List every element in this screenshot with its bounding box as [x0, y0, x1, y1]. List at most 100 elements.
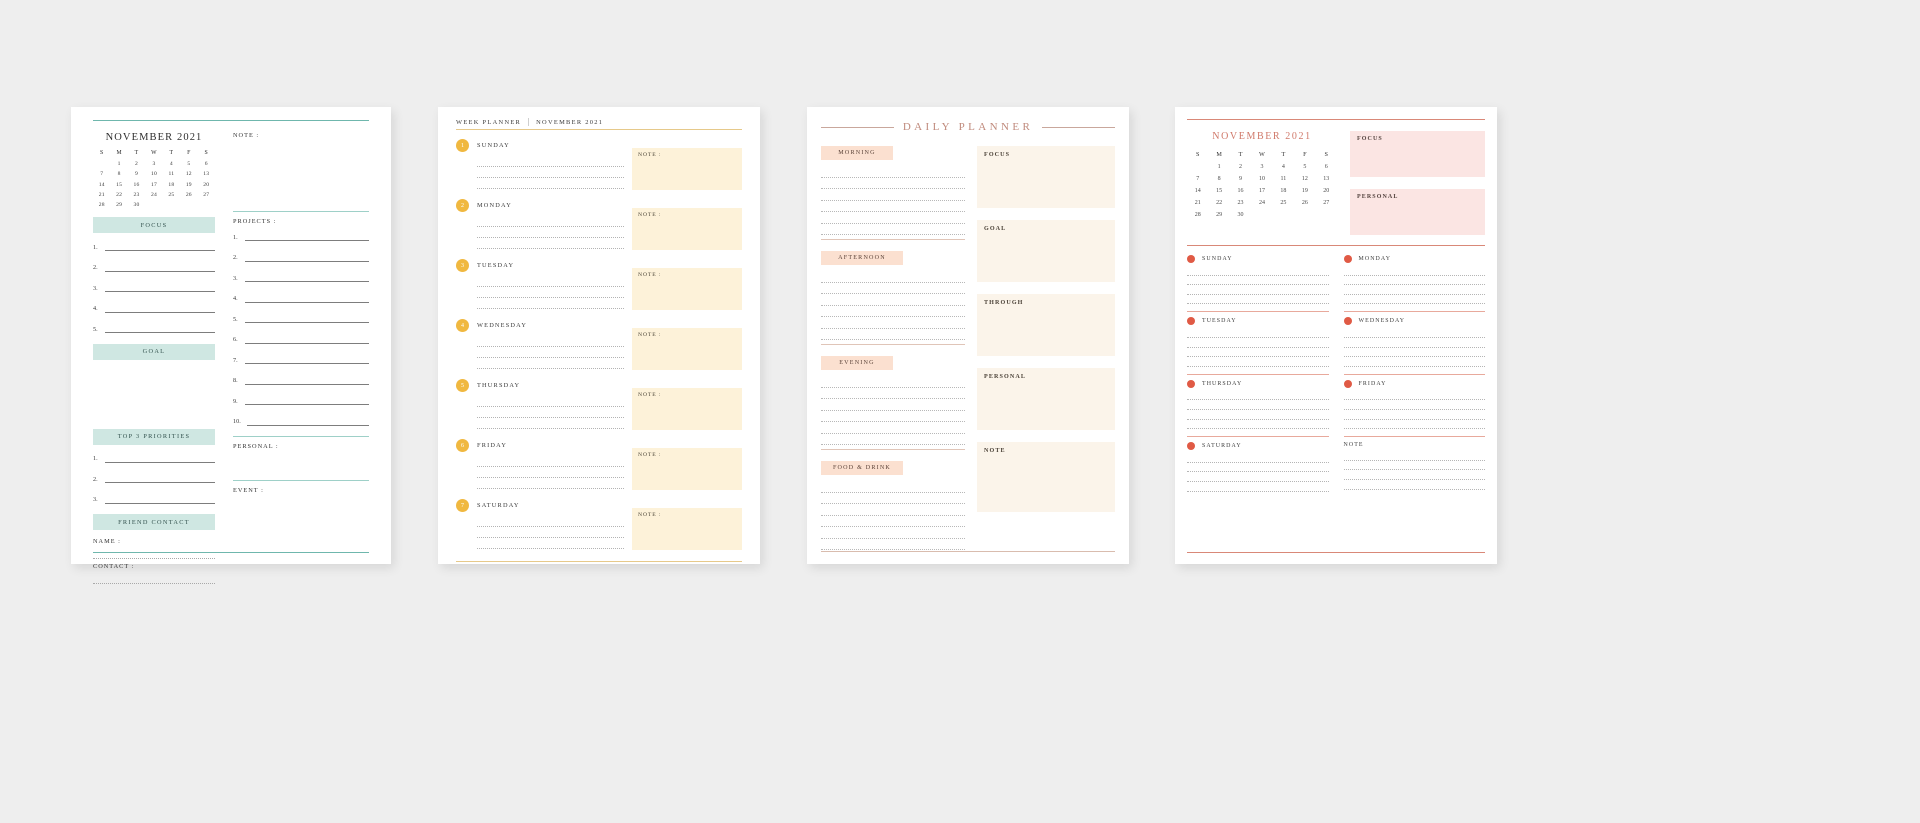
write-line[interactable] — [821, 527, 965, 539]
write-line[interactable] — [105, 323, 215, 334]
write-line[interactable] — [105, 282, 215, 293]
day-cell[interactable]: 1 — [1208, 161, 1229, 173]
write-line[interactable] — [1187, 348, 1329, 358]
day-cell[interactable] — [1251, 209, 1272, 221]
day-cell[interactable]: 22 — [110, 190, 127, 200]
write-line[interactable] — [1187, 391, 1329, 401]
day-note-box[interactable]: NOTE : — [632, 328, 742, 370]
day-cell[interactable]: 10 — [1251, 173, 1272, 185]
day-cell[interactable]: 27 — [198, 190, 215, 200]
write-line[interactable] — [821, 399, 965, 411]
write-line[interactable] — [477, 478, 624, 489]
day-cell[interactable] — [1294, 209, 1315, 221]
day-cell[interactable]: 24 — [1251, 197, 1272, 209]
write-line[interactable] — [477, 396, 624, 407]
day-cell[interactable]: 4 — [163, 159, 180, 169]
write-line[interactable] — [477, 156, 624, 167]
side-block-goal[interactable]: GOAL — [977, 220, 1115, 282]
write-line[interactable] — [821, 539, 965, 550]
write-line[interactable] — [245, 252, 369, 262]
write-line[interactable] — [105, 473, 215, 484]
write-line[interactable] — [477, 407, 624, 418]
write-line[interactable] — [1187, 338, 1329, 348]
day-cell[interactable]: 25 — [1273, 197, 1294, 209]
note-write-area[interactable] — [233, 143, 369, 211]
day-cell[interactable] — [1187, 161, 1208, 173]
day-cell[interactable]: 26 — [180, 190, 197, 200]
day-cell[interactable]: 30 — [1230, 209, 1251, 221]
project-item[interactable]: 7. — [233, 354, 369, 364]
write-line[interactable] — [477, 418, 624, 429]
day-write-lines[interactable] — [477, 156, 624, 189]
write-line[interactable] — [477, 336, 624, 347]
write-line[interactable] — [821, 306, 965, 317]
write-line[interactable] — [821, 317, 965, 329]
day-cell[interactable]: 25 — [163, 190, 180, 200]
write-line[interactable] — [1343, 480, 1485, 490]
day-cell[interactable]: 29 — [1208, 209, 1229, 221]
write-line[interactable] — [821, 329, 965, 340]
write-line[interactable] — [821, 434, 965, 445]
write-line[interactable] — [105, 241, 215, 252]
day-write-lines[interactable] — [477, 516, 624, 549]
focus-item[interactable]: 3. — [93, 282, 215, 293]
day-cell[interactable]: 18 — [1273, 185, 1294, 197]
write-line[interactable] — [821, 493, 965, 504]
time-block-lines[interactable] — [821, 481, 965, 550]
write-line[interactable] — [821, 212, 965, 224]
day-cell[interactable]: 24 — [145, 190, 162, 200]
write-line[interactable] — [1187, 453, 1329, 463]
write-line[interactable] — [1187, 410, 1329, 420]
focus-item[interactable]: 2. — [93, 262, 215, 272]
day-cell[interactable]: 16 — [1230, 185, 1251, 197]
personal-box[interactable]: PERSONAL — [1350, 189, 1485, 235]
write-line[interactable] — [821, 224, 965, 235]
day-cell[interactable] — [1316, 209, 1337, 221]
day-cell[interactable]: 29 — [110, 200, 127, 210]
write-line[interactable] — [245, 231, 369, 241]
day-cell[interactable]: 1 — [110, 159, 127, 169]
write-line[interactable] — [245, 395, 369, 405]
day-cell[interactable]: 15 — [1208, 185, 1229, 197]
day-cell[interactable]: 8 — [1208, 173, 1229, 185]
write-line[interactable] — [821, 422, 965, 434]
write-line[interactable] — [1187, 276, 1329, 286]
write-line[interactable] — [477, 456, 624, 467]
write-line[interactable] — [245, 354, 369, 364]
project-item[interactable]: 9. — [233, 395, 369, 405]
project-item[interactable]: 3. — [233, 272, 369, 282]
day-cell[interactable]: 15 — [110, 179, 127, 189]
day-cell[interactable]: 19 — [1294, 185, 1315, 197]
write-line[interactable] — [477, 167, 624, 178]
write-line[interactable] — [477, 298, 624, 309]
day-cell[interactable]: 2 — [128, 159, 145, 169]
write-line[interactable] — [1187, 285, 1329, 295]
day-write-lines[interactable] — [477, 216, 624, 249]
project-item[interactable]: 2. — [233, 252, 369, 262]
write-line[interactable] — [1343, 400, 1485, 410]
personal-write-area[interactable] — [233, 450, 369, 480]
write-line[interactable] — [1187, 266, 1329, 276]
day-cell[interactable]: 18 — [163, 179, 180, 189]
day-cell[interactable]: 6 — [198, 159, 215, 169]
project-item[interactable]: 1. — [233, 231, 369, 241]
day-cell[interactable]: 20 — [1316, 185, 1337, 197]
time-block-lines[interactable] — [821, 166, 965, 235]
write-line[interactable] — [821, 516, 965, 527]
day-cell[interactable]: 21 — [1187, 197, 1208, 209]
write-line[interactable] — [105, 494, 215, 504]
write-line[interactable] — [821, 189, 965, 201]
day-cell[interactable]: 10 — [145, 169, 162, 179]
friend-name-line[interactable] — [93, 548, 215, 560]
write-line[interactable] — [821, 166, 965, 178]
day-note-box[interactable]: NOTE : — [632, 508, 742, 550]
day-cell[interactable]: 5 — [180, 159, 197, 169]
write-line[interactable] — [821, 271, 965, 283]
day-cell[interactable]: 17 — [1251, 185, 1272, 197]
day-note-box[interactable]: NOTE : — [632, 448, 742, 490]
day-cell[interactable]: 11 — [1273, 173, 1294, 185]
event-write-area[interactable] — [233, 494, 369, 516]
write-line[interactable] — [245, 334, 369, 344]
write-line[interactable] — [477, 538, 624, 549]
day-cell[interactable]: 23 — [128, 190, 145, 200]
